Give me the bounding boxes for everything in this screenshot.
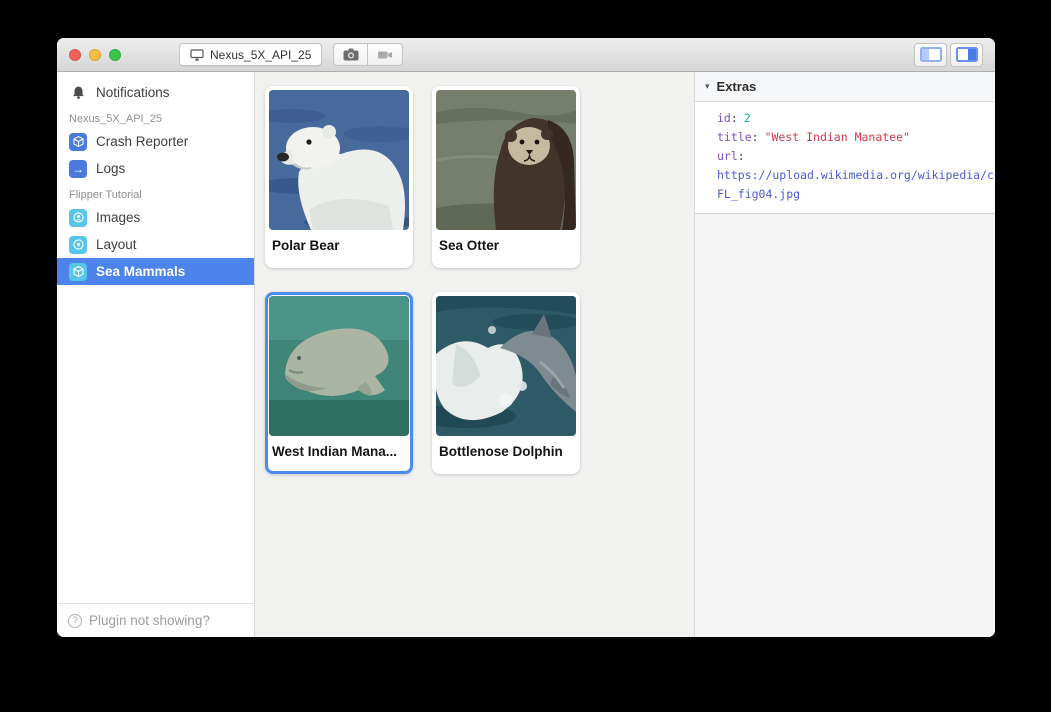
- card-polar-bear[interactable]: Polar Bear: [265, 86, 413, 268]
- sidebar-item-label: Sea Mammals: [96, 264, 185, 279]
- device-tab-label: Nexus_5X_API_25: [210, 48, 311, 62]
- avatar-icon: [69, 209, 87, 227]
- close-button[interactable]: [69, 49, 81, 61]
- plugin-help-label: Plugin not showing?: [89, 613, 210, 628]
- extras-url-value-line1[interactable]: https://upload.wikimedia.org/wikipedia/c…: [717, 166, 995, 185]
- extras-title: Extras: [717, 79, 757, 94]
- card-bottlenose-dolphin[interactable]: Bottlenose Dolphin: [432, 292, 580, 474]
- sidebar: Notifications Nexus_5X_API_25 Crash Repo…: [57, 72, 255, 637]
- card-title: Polar Bear: [269, 230, 409, 253]
- sidebar-item-images[interactable]: Images: [57, 204, 254, 231]
- arrow-right-icon: →: [69, 160, 87, 178]
- sidebar-item-label: Logs: [96, 161, 125, 176]
- extras-id-row: id:2: [717, 109, 995, 128]
- extras-url-value-line2[interactable]: FL_fig04.jpg: [717, 185, 995, 204]
- device-tab[interactable]: Nexus_5X_API_25: [179, 43, 322, 66]
- extras-panel: ▾ Extras id:2 title:"West Indian Manatee…: [695, 72, 995, 637]
- card-title: West Indian Mana...: [269, 436, 409, 459]
- card-sea-otter[interactable]: Sea Otter: [432, 86, 580, 268]
- card-west-indian-manatee[interactable]: West Indian Mana...: [265, 292, 413, 474]
- toggle-right-panel-button[interactable]: [950, 43, 983, 67]
- card-grid: Polar Bear Sea O: [255, 72, 695, 637]
- minimize-button[interactable]: [89, 49, 101, 61]
- chevron-down-icon: ▾: [705, 81, 710, 92]
- left-panel-icon: [920, 47, 942, 62]
- sidebar-section-device: Nexus_5X_API_25: [57, 106, 254, 128]
- sidebar-item-label: Crash Reporter: [96, 134, 188, 149]
- titlebar: Nexus_5X_API_25: [57, 38, 995, 72]
- extras-body: id:2 title:"West Indian Manatee" url: ht…: [695, 102, 995, 214]
- zoom-button[interactable]: [109, 49, 121, 61]
- extras-header[interactable]: ▾ Extras: [695, 72, 995, 102]
- screenshot-button[interactable]: [333, 43, 368, 66]
- window-content: Notifications Nexus_5X_API_25 Crash Repo…: [57, 72, 995, 637]
- bell-icon: [69, 85, 87, 100]
- manatee-image: [269, 296, 409, 436]
- sidebar-item-logs[interactable]: → Logs: [57, 155, 254, 182]
- cube-icon: [69, 263, 87, 281]
- extras-empty-area: [695, 214, 995, 637]
- sidebar-item-label: Layout: [96, 237, 137, 252]
- polar-bear-image: [269, 90, 409, 230]
- sea-otter-image: [436, 90, 576, 230]
- sidebar-item-sea-mammals[interactable]: Sea Mammals: [57, 258, 254, 285]
- extras-url-row: url:: [717, 147, 995, 166]
- help-icon: ?: [68, 614, 82, 628]
- sidebar-item-layout[interactable]: Layout: [57, 231, 254, 258]
- right-panel-icon: [956, 47, 978, 62]
- sidebar-item-notifications[interactable]: Notifications: [57, 79, 254, 106]
- card-title: Bottlenose Dolphin: [436, 436, 576, 459]
- panel-toggle-group: [914, 43, 983, 67]
- cube-icon: [69, 133, 87, 151]
- extras-title-row: title:"West Indian Manatee": [717, 128, 995, 147]
- sidebar-item-label: Images: [96, 210, 140, 225]
- card-title: Sea Otter: [436, 230, 576, 253]
- video-camera-icon: [377, 49, 393, 61]
- dolphin-image: [436, 296, 576, 436]
- sidebar-item-label: Notifications: [96, 85, 170, 100]
- plugin-nav: Notifications Nexus_5X_API_25 Crash Repo…: [57, 72, 254, 603]
- camera-icon: [343, 48, 359, 61]
- capture-button-group: [333, 43, 403, 66]
- sidebar-item-crash-reporter[interactable]: Crash Reporter: [57, 128, 254, 155]
- video-record-button[interactable]: [368, 43, 403, 66]
- plugin-help-link[interactable]: ? Plugin not showing?: [57, 603, 254, 637]
- monitor-icon: [190, 49, 204, 61]
- sidebar-section-tutorial: Flipper Tutorial: [57, 182, 254, 204]
- target-icon: [69, 236, 87, 254]
- toggle-left-panel-button[interactable]: [914, 43, 947, 67]
- flipper-window: Nexus_5X_API_25: [57, 38, 995, 637]
- traffic-lights: [69, 49, 121, 61]
